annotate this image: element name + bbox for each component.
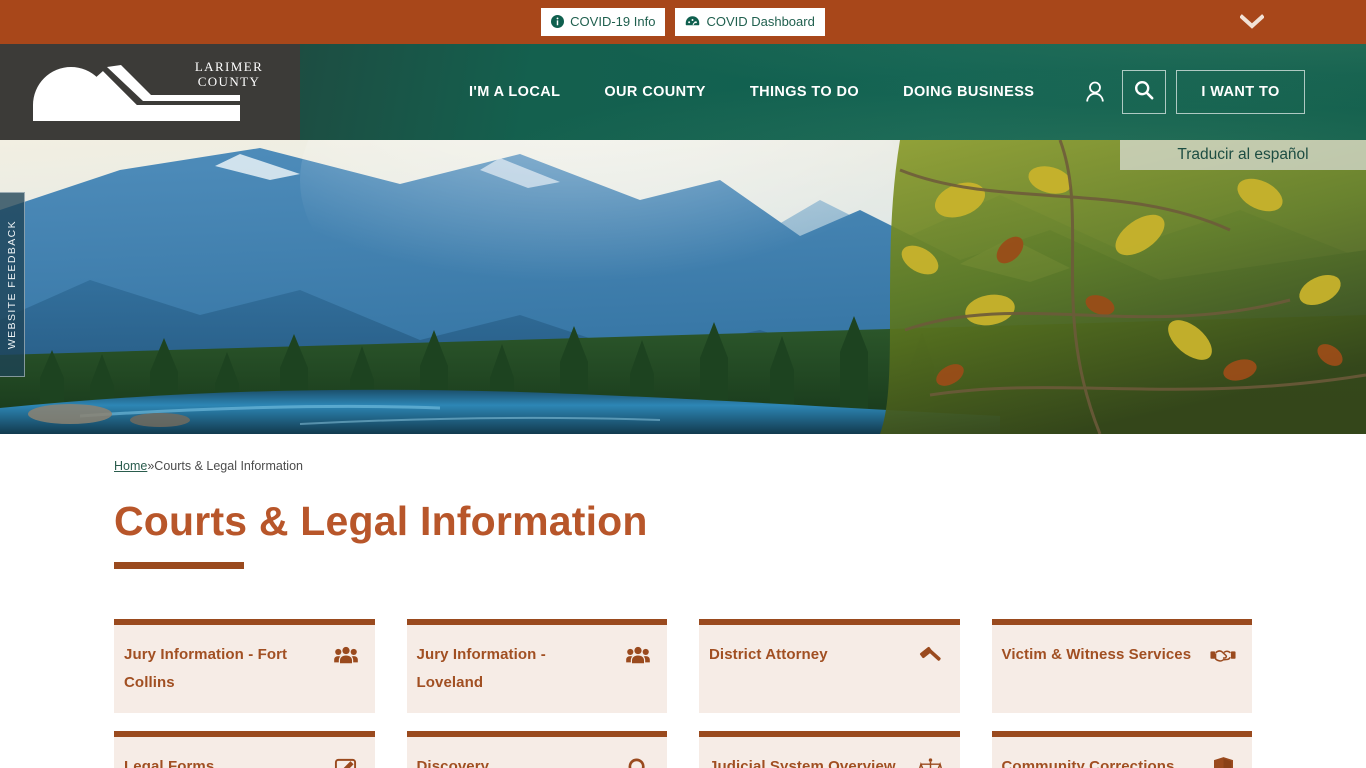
i-want-to-button[interactable]: I WANT TO — [1176, 70, 1305, 114]
hero-image — [0, 140, 1366, 434]
covid-info-button[interactable]: COVID-19 Info — [541, 8, 666, 36]
website-feedback-tab[interactable]: Website Feedback — [0, 192, 25, 377]
card-jury-information-loveland[interactable]: Jury Information - Loveland — [406, 619, 667, 714]
main-content: Home»Courts & Legal Information Courts &… — [0, 434, 1366, 768]
nav-item-im-a-local[interactable]: I'M A LOCAL — [447, 76, 582, 108]
card-label: Community Corrections — [1001, 758, 1175, 768]
logo-wordmark: LARIMER COUNTY — [183, 59, 275, 89]
breadcrumb-home-link[interactable]: Home — [114, 459, 147, 473]
card-label: Jury Information - Loveland — [416, 646, 546, 692]
card-discovery[interactable]: Discovery — [406, 731, 667, 768]
covid-alert-bar: COVID-19 Info COVID Dashboard — [0, 0, 1366, 44]
breadcrumb: Home»Courts & Legal Information — [114, 434, 1252, 473]
card-label: Legal Forms — [124, 758, 215, 768]
translate-to-spanish-button[interactable]: Traducir al español — [1120, 140, 1366, 170]
covid-dashboard-label: COVID Dashboard — [706, 14, 815, 29]
nav-item-doing-business[interactable]: DOING BUSINESS — [881, 76, 1056, 108]
card-jury-information-fort-collins[interactable]: Jury Information - Fort Collins — [114, 619, 375, 714]
card-district-attorney[interactable]: District Attorney — [699, 619, 960, 714]
chevron-down-icon[interactable] — [1238, 11, 1266, 33]
nav-item-things-to-do[interactable]: THINGS TO DO — [728, 76, 881, 108]
gavel-icon — [918, 643, 944, 669]
card-label: District Attorney — [709, 646, 828, 664]
site-header: LARIMER COUNTY I'M A LOCAL OUR COUNTY TH… — [0, 44, 1366, 140]
search-icon — [1134, 80, 1154, 105]
shield-icon — [1210, 755, 1236, 768]
card-victim-witness-services[interactable]: Victim & Witness Services — [991, 619, 1252, 714]
info-circle-icon — [551, 15, 565, 28]
users-group-icon — [625, 643, 651, 669]
dashboard-icon — [685, 15, 700, 28]
logo-line-1: LARIMER — [194, 59, 264, 74]
logo-line-2: COUNTY — [197, 74, 261, 89]
service-card-grid: Jury Information - Fort Collins Jury Inf… — [114, 619, 1252, 768]
hero-banner: Traducir al español Website Feedback — [0, 140, 1366, 434]
user-account-icon[interactable] — [1074, 71, 1116, 113]
covid-info-label: COVID-19 Info — [570, 14, 656, 29]
logo-panel[interactable]: LARIMER COUNTY — [0, 44, 300, 140]
main-navigation: I'M A LOCAL OUR COUNTY THINGS TO DO DOIN… — [447, 76, 1056, 108]
handshake-icon — [1210, 643, 1236, 669]
balance-scale-icon — [918, 755, 944, 768]
breadcrumb-current: Courts & Legal Information — [154, 459, 303, 473]
card-community-corrections[interactable]: Community Corrections — [991, 731, 1252, 768]
header-nav-panel: I'M A LOCAL OUR COUNTY THINGS TO DO DOIN… — [300, 44, 1366, 140]
page-title: Courts & Legal Information — [114, 498, 648, 544]
pen-square-icon — [333, 755, 359, 768]
card-label: Discovery — [416, 758, 490, 768]
title-underline-rule — [114, 562, 244, 570]
website-feedback-label: Website Feedback — [6, 219, 18, 350]
header-actions: I WANT TO — [1074, 70, 1305, 114]
users-group-icon — [333, 643, 359, 669]
card-legal-forms[interactable]: Legal Forms — [114, 731, 375, 768]
card-judicial-system-overview[interactable]: Judicial System Overview — [699, 731, 960, 768]
card-label: Judicial System Overview — [709, 758, 896, 768]
larimer-county-mountain-logo[interactable]: LARIMER COUNTY — [25, 55, 275, 129]
search-button[interactable] — [1122, 70, 1167, 114]
covid-dashboard-button[interactable]: COVID Dashboard — [675, 8, 825, 36]
card-label: Jury Information - Fort Collins — [124, 646, 288, 692]
nav-item-our-county[interactable]: OUR COUNTY — [582, 76, 727, 108]
search-icon — [625, 755, 651, 768]
card-label: Victim & Witness Services — [1001, 646, 1192, 664]
